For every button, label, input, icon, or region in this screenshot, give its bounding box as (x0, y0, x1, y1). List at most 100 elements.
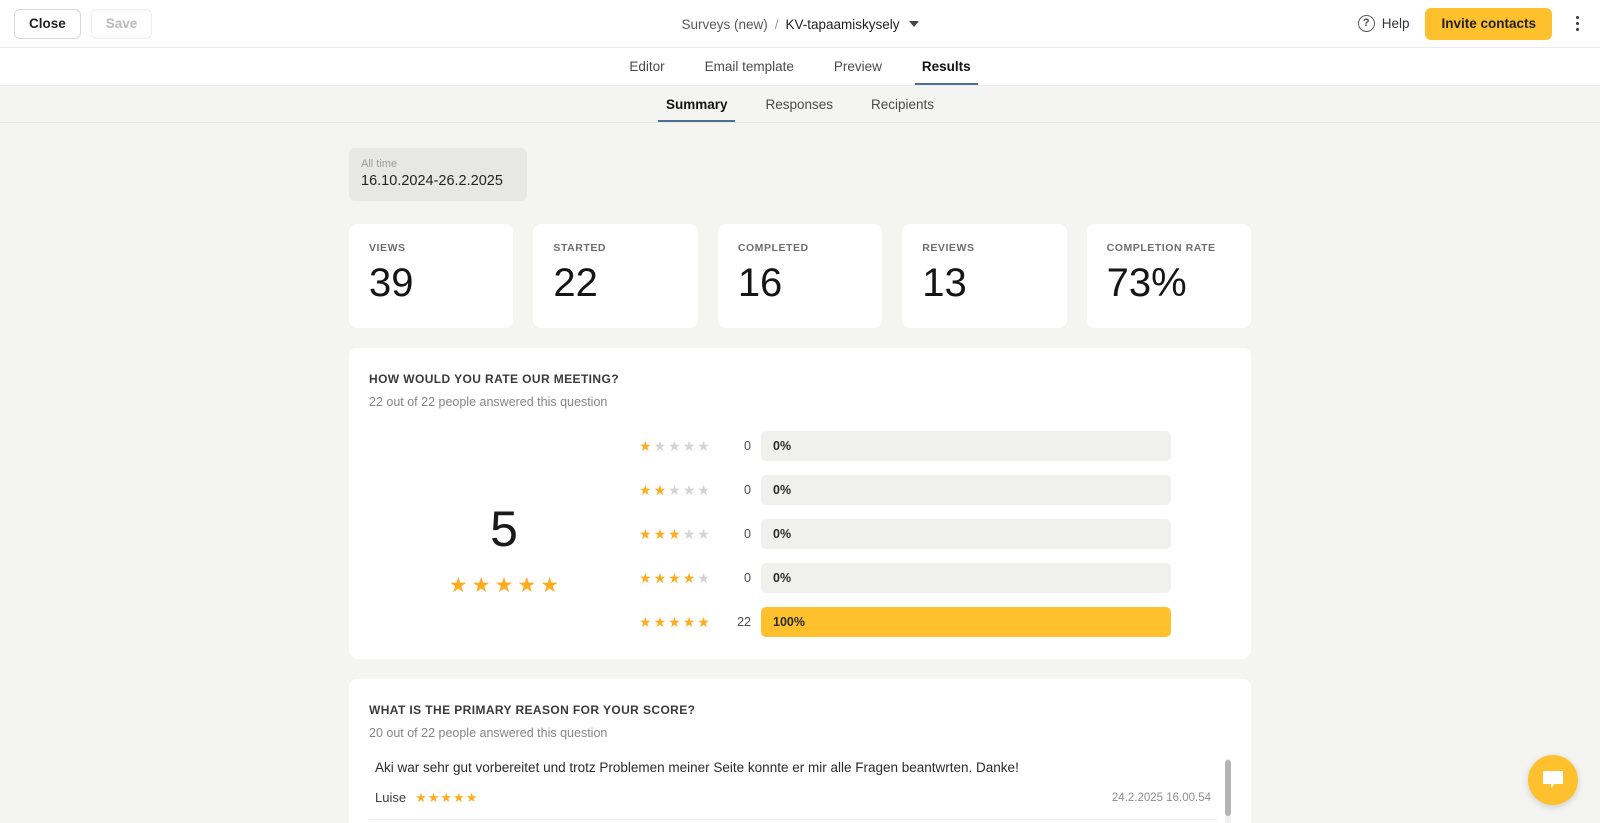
star-empty-icon: ★ (653, 438, 667, 454)
star-empty-icon: ★ (697, 570, 710, 586)
rating-body: 5 ★ ★ ★ ★ ★ ★ ★ ★ ★ ★ 0 0% ★ ★ ★ ★ ★ 0 0% ★ ★ ★ ★ ★ 0 0% ★ ★ ★ ★ ★ 0 0%… (369, 431, 1231, 637)
stat-card-reviews: REVIEWS 13 (902, 224, 1067, 328)
average-rating-value: 5 (490, 500, 518, 557)
rating-row-stars: ★ ★ ★ ★ ★ (639, 527, 725, 541)
rating-distribution: ★ ★ ★ ★ ★ 0 0% ★ ★ ★ ★ ★ 0 0% ★ ★ ★ ★ ★ 0 0% ★ ★ ★ ★ ★ 0 0% ★ ★ ★ ★ ★ 22 1… (639, 431, 1231, 637)
response-item: Aki war sehr gut vorbereitet und trotz P… (369, 758, 1217, 820)
tab-responses[interactable]: Responses (761, 86, 837, 122)
main-content: All time 16.10.2024-26.2.2025 VIEWS 39 S… (0, 123, 1600, 823)
secondary-tabs: Summary Responses Recipients (0, 86, 1600, 123)
question-card-rating: HOW WOULD YOU RATE OUR MEETING? 22 out o… (349, 348, 1251, 659)
rating-row-stars: ★ ★ ★ ★ ★ (639, 483, 725, 497)
tab-email-template[interactable]: Email template (703, 48, 796, 85)
rating-row-bar: 0% (761, 431, 1171, 461)
stat-card-completed: COMPLETED 16 (717, 224, 883, 328)
question-title: HOW WOULD YOU RATE OUR MEETING? (369, 372, 619, 386)
average-rating-stars: ★ ★ ★ ★ ★ (449, 575, 559, 596)
chat-bubble-icon[interactable] (1528, 755, 1578, 805)
star-filled-icon: ★ (668, 570, 681, 586)
star-empty-icon: ★ (697, 438, 710, 454)
response-meta: Luise ★ ★ ★ ★ ★ 24.2.2025 16.00.54 (375, 790, 1211, 805)
question-title: WHAT IS THE PRIMARY REASON FOR YOUR SCOR… (369, 703, 696, 717)
tab-editor[interactable]: Editor (627, 48, 666, 85)
star-filled-icon: ★ (427, 790, 440, 805)
breadcrumb-current[interactable]: KV-tapaamiskysely (786, 17, 900, 32)
stat-label: STARTED (553, 242, 607, 254)
rating-row-stars: ★ ★ ★ ★ ★ (639, 439, 725, 453)
tab-summary[interactable]: Summary (657, 86, 735, 122)
star-empty-icon: ★ (697, 482, 710, 498)
stat-label: VIEWS (369, 242, 406, 254)
star-filled-icon: ★ (639, 570, 652, 586)
star-filled-icon: ★ (653, 482, 667, 498)
stats-row: VIEWS 39 STARTED 22 COMPLETED 16 REVIEWS… (349, 224, 1252, 328)
rating-row-percent: 0% (773, 527, 792, 541)
rating-row-count: 0 (744, 571, 751, 585)
stat-card-views: VIEWS 39 (349, 224, 514, 328)
star-filled-icon: ★ (682, 614, 696, 630)
app-root: Close Save Surveys (new) / KV-tapaamisky… (0, 0, 1600, 823)
rating-distribution-row: ★ ★ ★ ★ ★ 0 0% (639, 563, 1171, 593)
primary-tabs: Editor Email template Preview Results (0, 48, 1600, 86)
tab-recipients[interactable]: Recipients (867, 86, 938, 122)
stat-card-started: STARTED 22 (533, 224, 698, 328)
star-filled-icon: ★ (415, 790, 427, 805)
breadcrumb-separator: / (774, 16, 779, 32)
star-empty-icon: ★ (682, 482, 696, 498)
rating-row-percent: 0% (773, 483, 792, 497)
tab-preview[interactable]: Preview (832, 48, 884, 85)
scrollbar-thumb[interactable] (1225, 760, 1231, 816)
question-subtitle: 20 out of 22 people answered this questi… (369, 726, 608, 740)
star-filled-icon: ★ (639, 526, 652, 542)
star-empty-icon: ★ (682, 438, 696, 454)
rating-row-stars: ★ ★ ★ ★ ★ (639, 571, 725, 585)
top-bar: Close Save Surveys (new) / KV-tapaamisky… (0, 0, 1600, 48)
stat-label: COMPLETED (737, 242, 809, 254)
star-filled-icon: ★ (448, 573, 468, 597)
stat-value: 39 (369, 261, 414, 305)
rating-row-bar: 100% (761, 607, 1171, 637)
question-circle-icon: ? (1357, 15, 1375, 32)
close-button[interactable]: Close (14, 8, 81, 39)
question-subtitle: 22 out of 22 people answered this questi… (369, 395, 608, 409)
rating-row-percent: 0% (773, 571, 792, 585)
star-empty-icon: ★ (697, 526, 710, 542)
invite-contacts-button[interactable]: Invite contacts (1425, 7, 1552, 40)
star-filled-icon: ★ (653, 526, 667, 542)
kebab-menu-icon[interactable] (1568, 13, 1586, 35)
rating-row-bar: 0% (761, 475, 1171, 505)
stat-value: 13 (922, 261, 967, 305)
star-filled-icon: ★ (682, 570, 696, 586)
star-filled-icon: ★ (494, 573, 514, 597)
star-filled-icon: ★ (465, 790, 478, 805)
response-author: Luise (375, 790, 407, 805)
date-range-value: 16.10.2024-26.2.2025 (361, 173, 503, 189)
rating-row-count: 0 (744, 439, 751, 453)
date-range-label: All time (361, 158, 398, 170)
average-rating: 5 ★ ★ ★ ★ ★ (369, 431, 639, 637)
star-filled-icon: ★ (668, 526, 681, 542)
rating-row-bar: 0% (761, 519, 1171, 549)
star-filled-icon: ★ (440, 790, 453, 805)
breadcrumb-parent[interactable]: Surveys (new) (681, 17, 767, 32)
star-empty-icon: ★ (668, 482, 681, 498)
rating-distribution-row: ★ ★ ★ ★ ★ 0 0% (639, 431, 1171, 461)
star-filled-icon: ★ (453, 790, 465, 805)
response-timestamp: 24.2.2025 16.00.54 (1111, 791, 1211, 804)
date-range-filter[interactable]: All time 16.10.2024-26.2.2025 (349, 148, 527, 201)
stat-label: COMPLETION RATE (1106, 242, 1216, 254)
question-card-reason: WHAT IS THE PRIMARY REASON FOR YOUR SCOR… (349, 679, 1251, 823)
rating-row-count: 22 (737, 615, 751, 629)
rating-distribution-row: ★ ★ ★ ★ ★ 0 0% (639, 475, 1171, 505)
star-filled-icon: ★ (639, 614, 652, 630)
save-button[interactable]: Save (90, 8, 153, 39)
tab-results[interactable]: Results (914, 48, 978, 85)
stat-value: 73% (1106, 261, 1187, 305)
rating-row-count: 0 (744, 483, 751, 497)
chevron-down-icon[interactable] (908, 21, 919, 27)
responses-list: Aki war sehr gut vorbereitet und trotz P… (369, 758, 1231, 823)
star-filled-icon: ★ (471, 573, 491, 597)
stat-value: 22 (553, 261, 598, 305)
stat-label: REVIEWS (922, 242, 975, 254)
help-button[interactable]: ? Help (1357, 15, 1409, 32)
